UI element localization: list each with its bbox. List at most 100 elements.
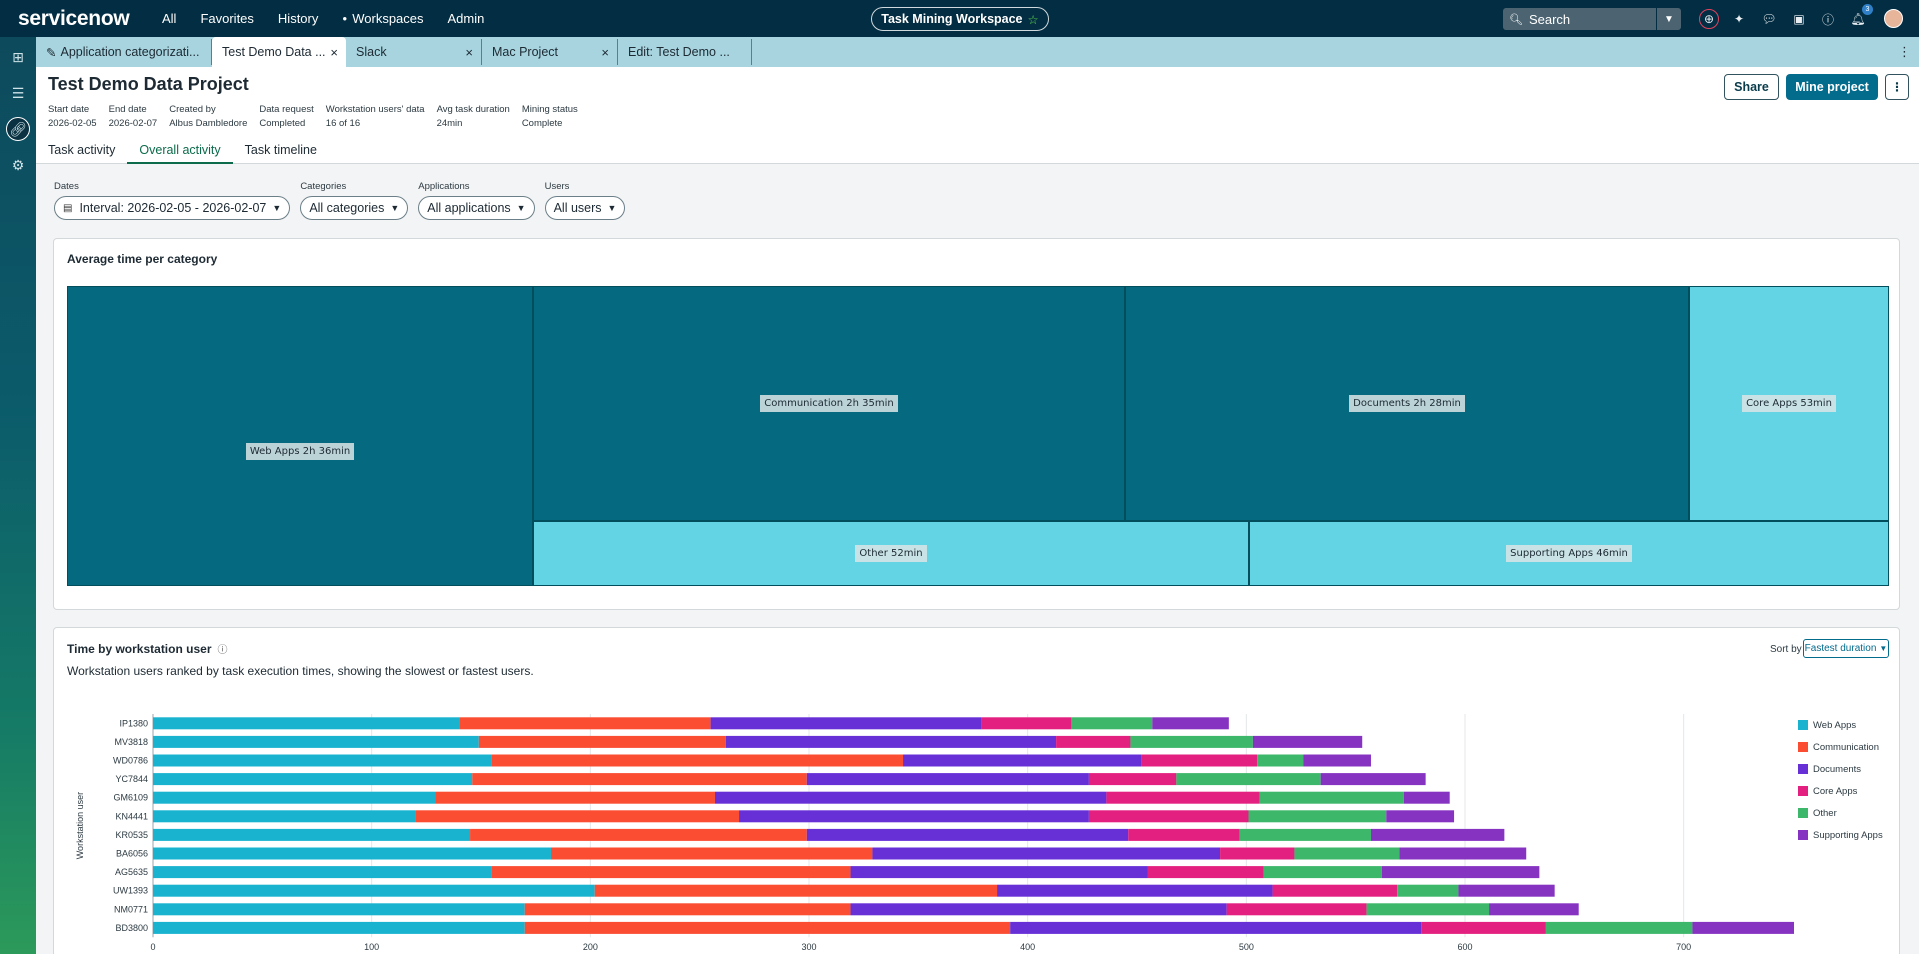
bar-segment[interactable] [850,903,1227,916]
bar-segment[interactable] [1088,810,1249,823]
bar-segment[interactable] [725,735,1057,748]
bar-segment[interactable] [1147,866,1264,879]
treemap-cell-other[interactable]: Other 52min [533,521,1249,586]
close-icon[interactable]: × [330,45,338,60]
chat-icon[interactable]: 💬︎ [1759,9,1779,29]
bar-segment[interactable] [153,773,473,786]
bar-segment[interactable] [153,903,525,916]
legend-item[interactable]: Documents [1798,758,1883,780]
global-search[interactable]: 🔍︎ Search [1503,8,1656,30]
bar-segment[interactable] [1088,773,1177,786]
nav-history[interactable]: History [278,11,318,26]
treemap-cell-supporting-apps[interactable]: Supporting Apps 46min [1249,521,1889,586]
share-button[interactable]: Share [1724,74,1779,100]
star-icon[interactable]: ☆ [1028,12,1039,27]
bar-segment[interactable] [1152,717,1229,730]
workspace-pill[interactable]: Task Mining Workspace ☆ [871,7,1049,31]
bar-segment[interactable] [153,717,460,730]
bar-segment[interactable] [1176,773,1321,786]
bar-segment[interactable] [1272,884,1398,897]
bar-segment[interactable] [1141,754,1258,767]
bar-segment[interactable] [1381,866,1540,879]
user-avatar[interactable] [1884,9,1903,28]
bar-segment[interactable] [415,810,740,823]
bar-segment[interactable] [1303,754,1371,767]
link-icon[interactable]: 🔗︎ [6,117,30,141]
legend-item[interactable]: Communication [1798,736,1883,758]
bar-segment[interactable] [1071,717,1153,730]
legend-item[interactable]: Other [1798,802,1883,824]
globe-icon[interactable]: ⊕ [1699,9,1719,29]
applications-select[interactable]: All applications ▼ [418,196,535,220]
bar-segment[interactable] [1056,735,1131,748]
bar-segment[interactable] [1226,903,1367,916]
bar-segment[interactable] [1692,921,1794,934]
tab-task-timeline[interactable]: Task timeline [245,143,317,164]
bar-segment[interactable] [1252,735,1363,748]
close-icon[interactable]: × [601,45,609,60]
tab-edit-test-demo[interactable]: Edit: Test Demo ... [618,39,752,65]
bar-segment[interactable] [1106,791,1260,804]
treemap-cell-core-apps[interactable]: Core Apps 53min [1689,286,1889,521]
bar-segment[interactable] [739,810,1089,823]
users-select[interactable]: All users ▼ [544,196,626,220]
bar-segment[interactable] [491,754,904,767]
bar-segment[interactable] [153,754,492,767]
categories-select[interactable]: All categories ▼ [300,196,409,220]
bar-segment[interactable] [1128,828,1240,841]
dates-select[interactable]: ▤ Interval: 2026-02-05 - 2026-02-07 ▼ [54,196,291,220]
bar-segment[interactable] [710,717,982,730]
search-scope-dropdown[interactable]: ▼ [1657,8,1681,30]
bar-segment[interactable] [1239,828,1371,841]
bar-segment[interactable] [1458,884,1555,897]
bar-segment[interactable] [997,884,1273,897]
bar-segment[interactable] [459,717,711,730]
info-icon[interactable]: ⓘ [218,641,228,656]
bar-segment[interactable] [850,866,1148,879]
bar-segment[interactable] [153,866,492,879]
help-icon[interactable]: ⓘ [1818,9,1838,29]
tab-task-activity[interactable]: Task activity [48,143,115,164]
bar-segment[interactable] [550,847,873,860]
bar-segment[interactable] [1386,810,1455,823]
bar-segment[interactable] [153,884,595,897]
treemap-cell-communication[interactable]: Communication 2h 35min [533,286,1125,521]
bar-segment[interactable] [153,921,525,934]
bar-segment[interactable] [806,828,1129,841]
bar-segment[interactable] [1220,847,1295,860]
legend-item[interactable]: Supporting Apps [1798,824,1883,846]
legend-item[interactable]: Core Apps [1798,780,1883,802]
nav-admin[interactable]: Admin [448,11,485,26]
bar-segment[interactable] [478,735,726,748]
servicenow-logo[interactable]: servicenow [18,7,158,31]
bar-segment[interactable] [1370,828,1505,841]
bar-segment[interactable] [153,791,436,804]
bar-segment[interactable] [1263,866,1382,879]
treemap-cell-documents[interactable]: Documents 2h 28min [1125,286,1689,521]
tab-slack[interactable]: Slack × [346,39,482,65]
bar-segment[interactable] [1545,921,1693,934]
tab-overall-activity[interactable]: Overall activity [127,143,233,164]
database-icon[interactable]: ☰ [6,81,30,105]
bar-segment[interactable] [1366,903,1490,916]
nav-all[interactable]: All [162,11,176,26]
close-icon[interactable]: × [465,45,473,60]
bar-segment[interactable] [153,735,479,748]
bar-segment[interactable] [1010,921,1422,934]
bar-segment[interactable] [1248,810,1387,823]
bar-segment[interactable] [1399,847,1527,860]
gear-icon[interactable]: ⚙ [6,153,30,177]
bar-segment[interactable] [872,847,1221,860]
tab-application-categorization[interactable]: ✎ Application categorizati... [36,39,212,65]
bar-segment[interactable] [491,866,851,879]
mine-project-button[interactable]: Mine project [1786,74,1878,100]
bar-segment[interactable] [714,791,1107,804]
bar-segment[interactable] [472,773,807,786]
bar-segment[interactable] [1403,791,1450,804]
more-tabs-icon[interactable]: ⋮ [1898,44,1911,60]
bar-segment[interactable] [470,828,807,841]
bar-segment[interactable] [1257,754,1304,767]
bar-segment[interactable] [524,921,1011,934]
inbox-icon[interactable]: ▣ [1789,9,1809,29]
more-actions-button[interactable]: ⋮ [1885,74,1909,100]
